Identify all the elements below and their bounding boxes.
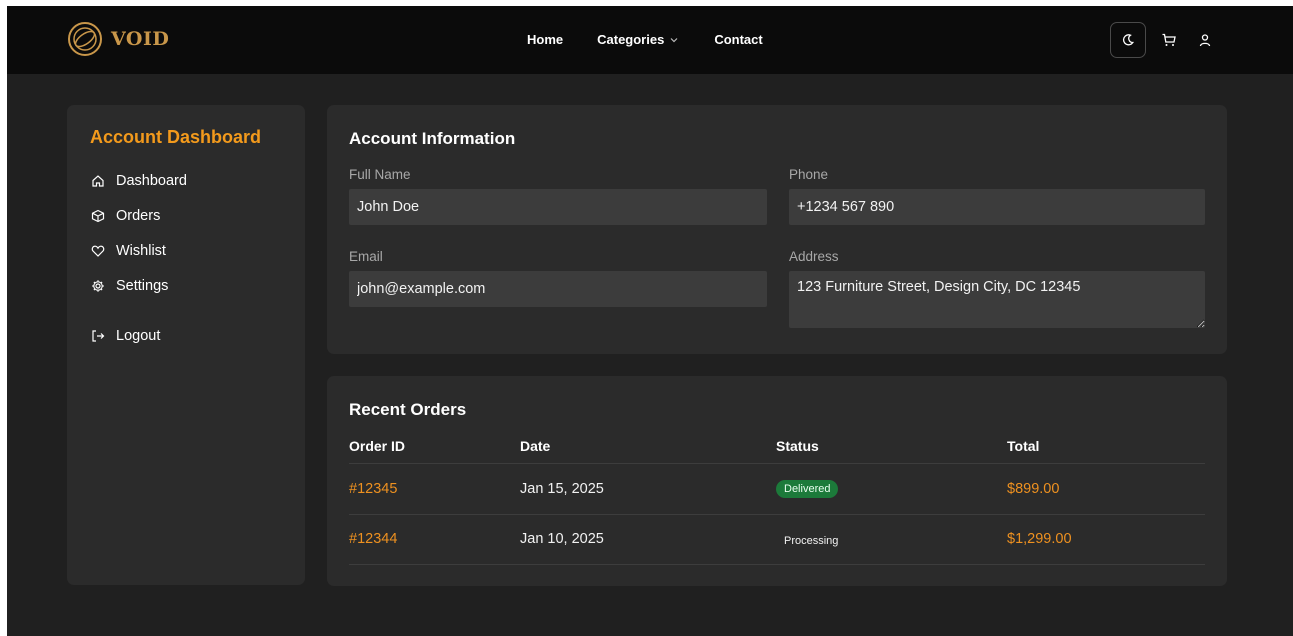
nav-contact-link[interactable]: Contact (714, 32, 762, 47)
sidebar-item-label: Orders (116, 208, 161, 224)
sidebar-item-wishlist[interactable]: Wishlist (90, 243, 166, 259)
sidebar-item-dashboard[interactable]: Dashboard (90, 173, 187, 189)
chevron-down-icon (670, 37, 678, 42)
address-label: Address (789, 249, 839, 264)
column-header-total: Total (1007, 438, 1040, 454)
account-button[interactable] (1196, 31, 1214, 49)
logout-icon (90, 328, 106, 344)
sidebar-item-orders[interactable]: Orders (90, 208, 160, 224)
order-id-link[interactable]: #12344 (349, 531, 397, 547)
sidebar-item-settings[interactable]: Settings (90, 278, 168, 294)
table-divider (349, 463, 1205, 464)
user-icon (1199, 34, 1211, 47)
nav-categories-dropdown[interactable]: Categories (597, 32, 678, 47)
nav-home-link[interactable]: Home (527, 32, 563, 47)
email-label: Email (349, 249, 383, 264)
gear-icon (90, 278, 106, 294)
sidebar-item-label: Wishlist (116, 243, 166, 259)
cart-button[interactable] (1160, 31, 1178, 49)
phone-field[interactable] (789, 189, 1205, 225)
table-divider (349, 514, 1205, 515)
order-id-link[interactable]: #12345 (349, 481, 397, 497)
logout-button[interactable]: Logout (90, 328, 160, 344)
column-header-date: Date (520, 438, 551, 454)
main-nav: Home Categories Contact (527, 32, 763, 47)
order-total: $899.00 (1007, 481, 1060, 497)
full-name-label: Full Name (349, 167, 411, 182)
email-field[interactable] (349, 271, 767, 307)
sidebar-item-label: Dashboard (116, 173, 187, 189)
sidebar-title: Account Dashboard (90, 127, 262, 147)
void-logo-icon (68, 22, 102, 56)
heart-icon (90, 243, 106, 259)
theme-toggle-button[interactable] (1110, 22, 1146, 58)
cart-icon (1162, 33, 1176, 46)
phone-label: Phone (789, 167, 829, 182)
sidebar-item-label: Logout (116, 328, 161, 344)
order-date: Jan 10, 2025 (520, 531, 604, 547)
order-total: $1,299.00 (1007, 531, 1072, 547)
home-icon (90, 173, 106, 189)
table-divider (349, 564, 1205, 565)
brand-name: VOID (111, 28, 170, 50)
moon-icon (1122, 34, 1134, 46)
status-badge: Processing (784, 535, 839, 547)
nav-categories-label: Categories (597, 32, 665, 47)
recent-orders-title: Recent Orders (349, 400, 467, 419)
column-header-order-id: Order ID (349, 438, 406, 454)
recent-orders-card: Recent Orders Order ID Date Status Total… (327, 376, 1227, 586)
status-badge: Delivered (776, 480, 839, 498)
order-date: Jan 15, 2025 (520, 481, 604, 497)
brand-logo[interactable]: VOID (67, 21, 169, 57)
top-navbar: VOID Home Categories Contact (7, 6, 1293, 74)
full-name-field[interactable] (349, 189, 767, 225)
header-actions (1110, 22, 1214, 58)
account-sidebar: Account Dashboard Dashboard Orders Wishl… (67, 105, 305, 585)
app-window: VOID Home Categories Contact Account Das… (7, 6, 1293, 636)
account-info-card: Account Information Full Name Phone Emai… (327, 105, 1227, 354)
box-icon (90, 208, 106, 224)
column-header-status: Status (776, 438, 819, 454)
sidebar-item-label: Settings (116, 278, 169, 294)
address-field[interactable]: 123 Furniture Street, Design City, DC 12… (789, 271, 1205, 328)
account-info-title: Account Information (349, 129, 516, 148)
